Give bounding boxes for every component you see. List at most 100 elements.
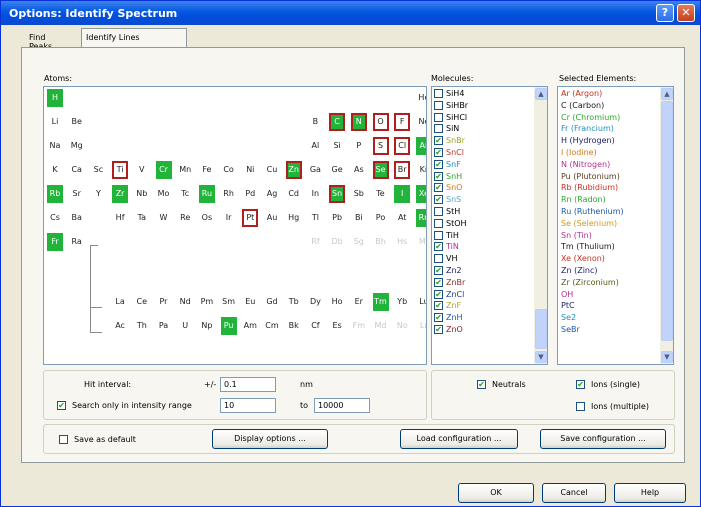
selected-element-item[interactable]: Xe (Xenon): [561, 254, 605, 263]
save-default-checkbox[interactable]: [59, 435, 68, 444]
molecule-checkbox[interactable]: ✔: [434, 242, 443, 252]
molecule-item[interactable]: SiH4: [434, 89, 464, 98]
element-sb[interactable]: Sb: [351, 185, 367, 203]
element-xe[interactable]: Xe: [415, 185, 426, 203]
element-md[interactable]: Md: [373, 317, 389, 335]
element-bh[interactable]: Bh: [373, 233, 389, 251]
selected-element-item[interactable]: Sn (Tin): [561, 231, 592, 240]
molecule-item[interactable]: ✔ ZnCl: [434, 289, 464, 299]
help-title-button[interactable]: ?: [656, 4, 674, 22]
molecule-checkbox[interactable]: ✔: [434, 148, 443, 157]
element-be[interactable]: Be: [69, 113, 85, 131]
molecule-checkbox[interactable]: [434, 100, 443, 110]
molecules-list[interactable]: SiH4 SiHBr SiHCl SiN ✔ SnBr ✔ SnCl ✔ SnF ✔ SnH ✔ SnO ✔…: [431, 86, 548, 365]
element-kr[interactable]: Kr: [416, 161, 426, 179]
element-ta[interactable]: Ta: [134, 209, 150, 227]
selected-element-item[interactable]: Rn (Radon): [561, 195, 606, 204]
element-f[interactable]: F: [394, 113, 411, 131]
element-pt[interactable]: Pt: [242, 209, 259, 227]
element-la[interactable]: La: [112, 293, 128, 311]
molecule-checkbox[interactable]: [434, 218, 443, 228]
element-rn[interactable]: Rn: [415, 209, 426, 227]
element-ge[interactable]: Ge: [329, 161, 345, 179]
molecule-checkbox[interactable]: [434, 230, 443, 240]
element-zn[interactable]: Zn: [285, 161, 302, 179]
element-nd[interactable]: Nd: [177, 293, 193, 311]
molecule-item[interactable]: ✔ ZnO: [434, 325, 463, 334]
element-co[interactable]: Co: [221, 161, 237, 179]
element-ne[interactable]: Ne: [416, 113, 426, 131]
element-lu[interactable]: Lu: [416, 293, 426, 311]
element-cs[interactable]: Cs: [47, 209, 63, 227]
element-tl[interactable]: Tl: [307, 209, 323, 227]
ions-single-checkbox[interactable]: ✔: [576, 380, 585, 389]
element-hf[interactable]: Hf: [112, 209, 128, 227]
molecule-checkbox[interactable]: ✔: [434, 183, 443, 193]
molecule-item[interactable]: ✔ SnO: [434, 183, 462, 193]
element-ba[interactable]: Ba: [69, 209, 85, 227]
selected-element-item[interactable]: OH: [561, 290, 573, 299]
selected-element-item[interactable]: Ru (Ruthenium): [561, 207, 624, 216]
selected-element-item[interactable]: Tm (Thulium): [561, 242, 615, 251]
element-zr[interactable]: Zr: [112, 185, 129, 203]
molecule-item[interactable]: SiN: [434, 124, 459, 134]
selected-element-item[interactable]: Fr (Francium): [561, 124, 614, 133]
molecule-item[interactable]: ✔ Zn2: [434, 266, 462, 275]
ions-multiple-checkbox[interactable]: [576, 402, 585, 411]
element-cm[interactable]: Cm: [264, 317, 280, 335]
element-mg[interactable]: Mg: [69, 137, 85, 155]
scroll-up-icon[interactable]: ▲: [535, 88, 547, 100]
tab-find-peaks[interactable]: Find Peaks: [25, 30, 56, 51]
molecule-checkbox[interactable]: ✔: [434, 277, 443, 287]
element-am[interactable]: Am: [242, 317, 258, 335]
range-from-input[interactable]: 10: [220, 398, 276, 413]
selected-element-item[interactable]: SeBr: [561, 325, 580, 334]
molecule-item[interactable]: StH: [434, 207, 460, 216]
element-as[interactable]: As: [351, 161, 367, 179]
element-ar[interactable]: Ar: [415, 137, 426, 155]
selected-element-item[interactable]: Rb (Rubidium): [561, 183, 618, 192]
molecule-checkbox[interactable]: ✔: [434, 195, 443, 205]
element-pr[interactable]: Pr: [156, 293, 172, 311]
element-re[interactable]: Re: [177, 209, 193, 227]
element-b[interactable]: B: [307, 113, 323, 131]
molecule-item[interactable]: SiHCl: [434, 112, 467, 122]
molecule-checkbox[interactable]: ✔: [434, 136, 443, 146]
element-se[interactable]: Se: [372, 161, 389, 179]
element-cu[interactable]: Cu: [264, 161, 280, 179]
range-to-input[interactable]: 10000: [314, 398, 370, 413]
selected-element-item[interactable]: C (Carbon): [561, 101, 604, 110]
element-au[interactable]: Au: [264, 209, 280, 227]
molecule-checkbox[interactable]: ✔: [434, 159, 443, 169]
element-th[interactable]: Th: [134, 317, 150, 335]
element-rh[interactable]: Rh: [221, 185, 237, 203]
element-si[interactable]: Si: [329, 137, 345, 155]
selected-element-item[interactable]: Se2: [561, 313, 576, 322]
element-lr[interactable]: Lr: [416, 317, 426, 335]
element-fe[interactable]: Fe: [199, 161, 215, 179]
element-h[interactable]: H: [47, 89, 63, 107]
element-na[interactable]: Na: [47, 137, 63, 155]
selected-element-item[interactable]: PtC: [561, 301, 575, 310]
selected-element-item[interactable]: Cr (Chromium): [561, 113, 620, 122]
molecule-item[interactable]: ✔ TiN: [434, 242, 459, 252]
molecule-checkbox[interactable]: ✔: [434, 313, 443, 323]
molecule-item[interactable]: StOH: [434, 218, 467, 228]
element-rb[interactable]: Rb: [47, 185, 63, 203]
element-pm[interactable]: Pm: [199, 293, 215, 311]
element-in[interactable]: In: [307, 185, 323, 203]
selected-element-item[interactable]: Pu (Plutonium): [561, 172, 620, 181]
element-y[interactable]: Y: [90, 185, 106, 203]
element-eu[interactable]: Eu: [242, 293, 258, 311]
element-cl[interactable]: Cl: [394, 137, 411, 155]
element-al[interactable]: Al: [307, 137, 323, 155]
element-p[interactable]: P: [351, 137, 367, 155]
element-he[interactable]: He: [416, 89, 426, 107]
element-hs[interactable]: Hs: [394, 233, 410, 251]
tab-identify-lines[interactable]: Identify Lines: [81, 28, 187, 47]
range-checkbox[interactable]: ✔: [57, 401, 66, 410]
molecule-checkbox[interactable]: [434, 124, 443, 134]
scroll-thumb[interactable]: [535, 309, 547, 349]
selected-scrollbar[interactable]: ▲ ▼: [660, 87, 673, 364]
element-pb[interactable]: Pb: [329, 209, 345, 227]
